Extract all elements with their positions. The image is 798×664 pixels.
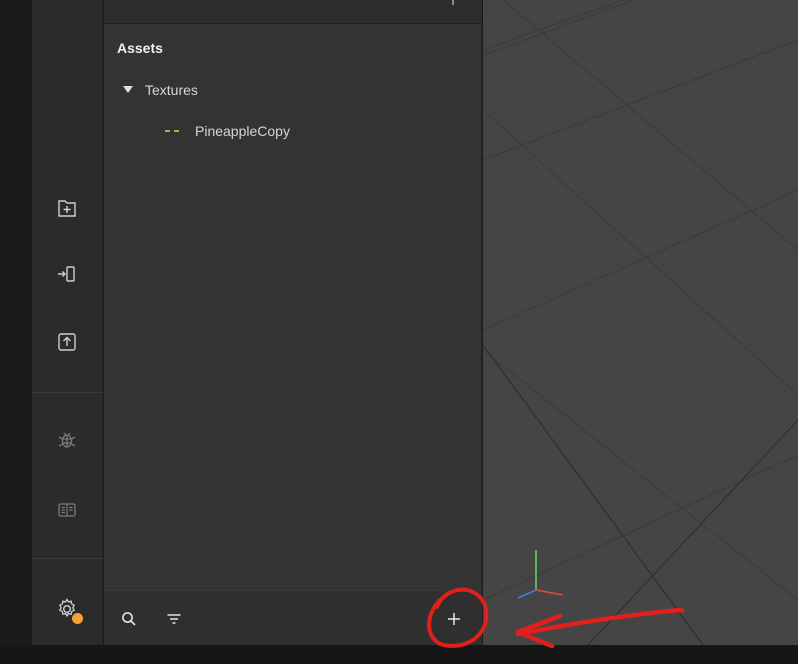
bug-icon[interactable] [55, 428, 79, 452]
settings-icon[interactable] [53, 595, 83, 624]
panel-topbar [104, 0, 482, 24]
topbar-tick [452, 0, 454, 5]
section-title: Assets [117, 40, 163, 56]
filter-icon[interactable] [163, 608, 185, 630]
bottom-strip [0, 645, 798, 664]
viewport-grid [483, 0, 798, 645]
file-label: PineappleCopy [195, 123, 290, 139]
tree-file-item[interactable]: PineappleCopy [165, 123, 290, 139]
search-icon[interactable] [118, 608, 140, 630]
rail-divider [32, 392, 103, 393]
book-icon[interactable] [55, 498, 79, 522]
rail-divider [32, 558, 103, 559]
new-folder-icon[interactable] [55, 196, 79, 220]
app-window: Assets Textures PineappleCopy [0, 0, 798, 664]
assets-panel: Assets Textures PineappleCopy [104, 0, 482, 645]
import-icon[interactable] [55, 262, 79, 286]
tree-folder-textures[interactable]: Textures [123, 82, 198, 98]
upload-icon[interactable] [55, 330, 79, 354]
folder-label: Textures [145, 82, 198, 98]
activity-bar [32, 0, 103, 645]
scene-viewport[interactable] [483, 0, 798, 645]
panel-bottom-toolbar [104, 590, 482, 645]
texture-file-icon [165, 129, 183, 133]
caret-down-icon[interactable] [123, 84, 135, 96]
add-button[interactable] [443, 608, 465, 630]
notification-badge [72, 613, 83, 624]
